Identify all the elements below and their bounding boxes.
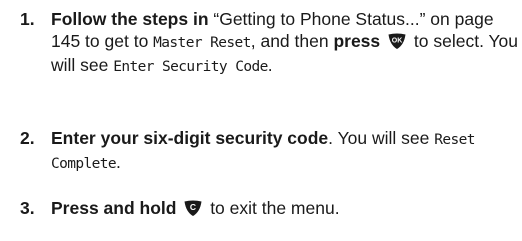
step-lead: Follow the steps in	[51, 9, 209, 29]
step-number: 3.	[20, 198, 35, 218]
ok-key-icon: OK	[387, 32, 407, 50]
step-number: 2.	[20, 128, 35, 148]
step-2: 2. Enter your six-digit security code. Y…	[20, 127, 518, 175]
step-text: Press and hold C to exit the menu.	[51, 198, 340, 218]
step-action: press	[333, 31, 381, 51]
display-text-master-reset: Master Reset	[153, 35, 251, 51]
svg-text:C: C	[190, 202, 196, 212]
step-lead: Enter your six-digit security code	[51, 128, 329, 148]
step-3: 3. Press and hold C to exit the menu.	[20, 197, 518, 219]
step-text: Follow the steps in “Getting to Phone St…	[51, 9, 519, 75]
step-lead: Press and hold	[51, 198, 177, 218]
svg-text:OK: OK	[392, 38, 403, 45]
clear-key-icon: C	[183, 199, 203, 217]
step-number: 1.	[20, 9, 35, 29]
step-1: 1. Follow the steps in “Getting to Phone…	[20, 8, 518, 78]
instruction-steps: 1. Follow the steps in “Getting to Phone…	[0, 0, 522, 241]
step-text: Enter your six-digit security code. You …	[51, 128, 475, 172]
display-text-enter-security-code: Enter Security Code	[113, 59, 268, 75]
